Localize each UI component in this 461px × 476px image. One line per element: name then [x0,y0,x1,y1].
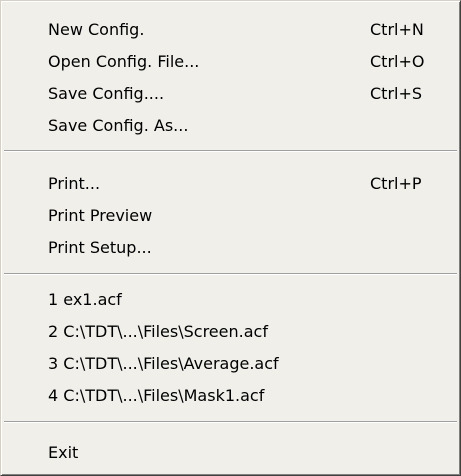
menu-item-label: Save Config. As... [48,116,189,135]
menu-item-label: New Config. [48,20,145,39]
menu-item-label: 1 ex1.acf [48,290,122,309]
menu-item-label: Open Config. File... [48,52,200,71]
menu-item-shortcut: Ctrl+P [370,174,422,193]
menu-item-print[interactable]: Print... Ctrl+P [1,169,460,199]
menu-item-shortcut: Ctrl+S [370,84,423,103]
menu-item-recent-file-4[interactable]: 4 C:\TDT\...\Files\Mask1.acf [1,381,460,411]
menu-item-label: Exit [48,443,79,462]
menu-item-recent-file-2[interactable]: 2 C:\TDT\...\Files\Screen.acf [1,317,460,347]
menu-item-recent-file-1[interactable]: 1 ex1.acf [1,285,460,315]
menu-item-label: Print Setup... [48,238,152,257]
menu-item-exit[interactable]: Exit [1,438,460,468]
file-menu: New Config. Ctrl+N Open Config. File... … [0,0,461,476]
menu-item-recent-file-3[interactable]: 3 C:\TDT\...\Files\Average.acf [1,349,460,379]
menu-item-label: 4 C:\TDT\...\Files\Mask1.acf [48,386,265,405]
menu-item-shortcut: Ctrl+N [370,20,424,39]
menu-item-open-config-file[interactable]: Open Config. File... Ctrl+O [1,47,460,77]
menu-item-print-setup[interactable]: Print Setup... [1,233,460,263]
menu-separator [4,421,457,423]
menu-item-label: Save Config.... [48,84,165,103]
menu-separator [4,273,457,275]
menu-item-label: 2 C:\TDT\...\Files\Screen.acf [48,322,268,341]
menu-item-new-config[interactable]: New Config. Ctrl+N [1,15,460,45]
menu-item-save-config-as[interactable]: Save Config. As... [1,111,460,141]
menu-item-label: 3 C:\TDT\...\Files\Average.acf [48,354,279,373]
menu-item-print-preview[interactable]: Print Preview [1,201,460,231]
menu-item-shortcut: Ctrl+O [370,52,425,71]
menu-separator [4,150,457,152]
menu-item-save-config[interactable]: Save Config.... Ctrl+S [1,79,460,109]
menu-item-label: Print... [48,174,101,193]
menu-item-label: Print Preview [48,206,153,225]
